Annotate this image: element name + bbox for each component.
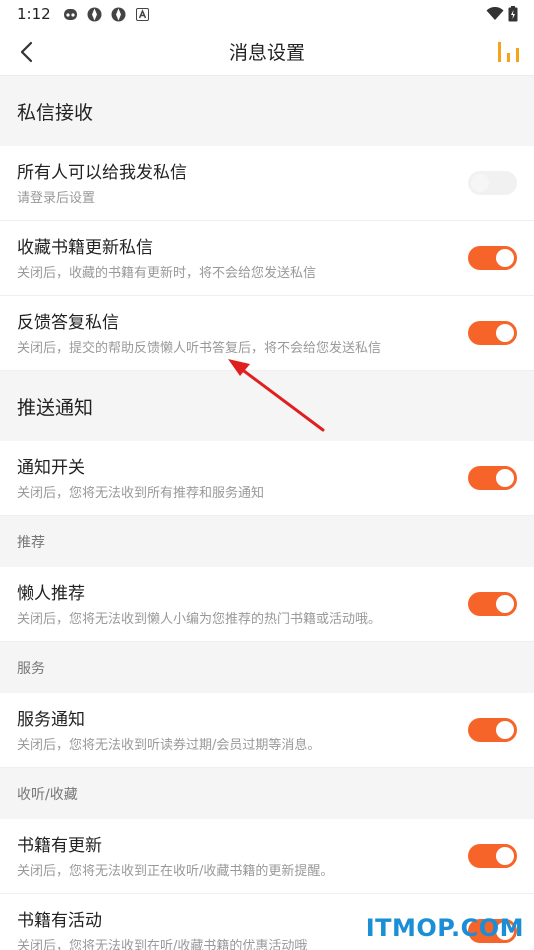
back-button[interactable]	[14, 40, 38, 64]
status-right	[486, 6, 518, 22]
section-header-push: 推送通知	[0, 371, 534, 441]
setting-row-service-notice: 服务通知 关闭后，您将无法收到听读券过期/会员过期等消息。	[0, 693, 534, 768]
setting-title: 通知开关	[17, 458, 85, 478]
toggle-knob	[496, 249, 514, 267]
setting-row-book-update: 书籍有更新 关闭后，您将无法收到正在收听/收藏书籍的更新提醒。	[0, 819, 534, 894]
toggle-knob	[496, 324, 514, 342]
bar-chart-icon	[498, 42, 519, 62]
setting-title: 收藏书籍更新私信	[17, 238, 153, 258]
setting-row-bookshelf-update-dm: 收藏书籍更新私信 关闭后，收藏的书籍有更新时，将不会给您发送私信	[0, 221, 534, 296]
group-label-service: 服务	[0, 642, 534, 693]
toggle-allow-everyone-dm[interactable]	[468, 171, 517, 195]
status-time: 1:12	[17, 5, 51, 23]
setting-title: 懒人推荐	[17, 584, 85, 604]
battery-icon	[508, 6, 518, 22]
toggle-knob	[496, 847, 514, 865]
listening-stats-button[interactable]	[496, 40, 522, 66]
toggle-lazy-recommend[interactable]	[468, 592, 517, 616]
group-label-recommend: 推荐	[0, 516, 534, 567]
app-bar: 消息设置	[0, 28, 534, 76]
notification-app-icon-2	[87, 7, 102, 22]
toggle-service-notice[interactable]	[468, 718, 517, 742]
setting-row-notification-switch: 通知开关 关闭后，您将无法收到所有推荐和服务通知	[0, 441, 534, 516]
toggle-book-update[interactable]	[468, 844, 517, 868]
setting-subtitle: 关闭后，您将无法收到听读券过期/会员过期等消息。	[17, 738, 321, 753]
setting-subtitle: 关闭后，您将无法收到所有推荐和服务通知	[17, 486, 265, 501]
section-header-private-messages: 私信接收	[0, 76, 534, 146]
watermark: ITMOP.COM	[365, 914, 524, 942]
toggle-notification-switch[interactable]	[468, 466, 517, 490]
setting-subtitle: 关闭后，提交的帮助反馈懒人听书答复后，将不会给您发送私信	[17, 341, 382, 356]
toggle-knob	[496, 721, 514, 739]
setting-subtitle: 关闭后，收藏的书籍有更新时，将不会给您发送私信	[17, 266, 317, 281]
setting-subtitle: 关闭后，您将无法收到正在收听/收藏书籍的更新提醒。	[17, 864, 334, 879]
toggle-bookshelf-update-dm[interactable]	[468, 246, 517, 270]
group-label-listen-collect: 收听/收藏	[0, 768, 534, 819]
wifi-icon	[486, 7, 504, 20]
setting-title: 反馈答复私信	[17, 313, 119, 333]
notification-app-icon	[63, 7, 78, 22]
setting-row-allow-everyone-dm: 所有人可以给我发私信 请登录后设置	[0, 146, 534, 221]
setting-row-feedback-reply-dm: 反馈答复私信 关闭后，提交的帮助反馈懒人听书答复后，将不会给您发送私信	[0, 296, 534, 371]
setting-subtitle: 请登录后设置	[17, 191, 96, 206]
toggle-feedback-reply-dm[interactable]	[468, 321, 517, 345]
setting-subtitle: 关闭后，您将无法收到懒人小编为您推荐的热门书籍或活动哦。	[17, 612, 382, 627]
setting-title: 所有人可以给我发私信	[17, 163, 187, 183]
notification-app-icon-3	[111, 7, 126, 22]
toggle-knob	[496, 469, 514, 487]
status-bar: 1:12	[0, 0, 534, 28]
notification-app-icon-4	[135, 7, 150, 22]
toggle-knob	[496, 595, 514, 613]
setting-title: 服务通知	[17, 710, 85, 730]
toggle-knob	[471, 174, 489, 192]
setting-row-lazy-recommend: 懒人推荐 关闭后，您将无法收到懒人小编为您推荐的热门书籍或活动哦。	[0, 567, 534, 642]
setting-title: 书籍有更新	[17, 836, 102, 856]
page-title: 消息设置	[228, 42, 305, 64]
chevron-left-icon	[20, 41, 33, 63]
